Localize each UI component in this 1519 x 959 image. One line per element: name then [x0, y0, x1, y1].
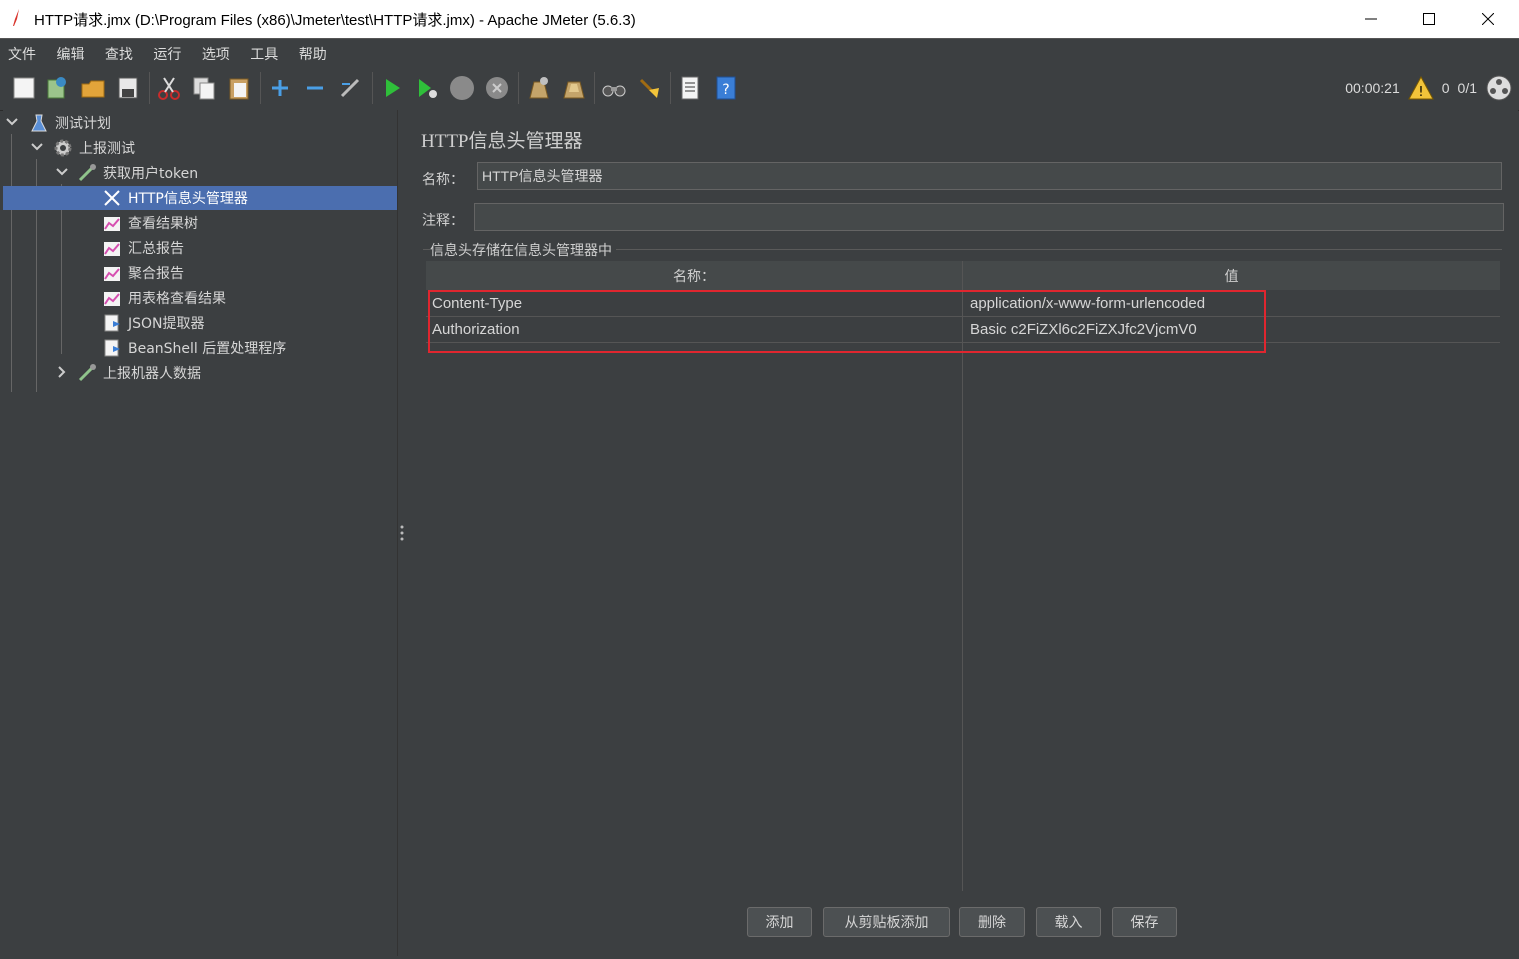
function-helper-icon[interactable] [676, 74, 704, 102]
menu-options[interactable]: 选项 [194, 39, 238, 64]
save-button[interactable]: 保存 [1112, 907, 1177, 937]
stop-icon[interactable] [448, 74, 476, 102]
pipette-icon [78, 364, 96, 382]
add-button[interactable]: 添加 [747, 907, 812, 937]
chevron-right-icon[interactable] [55, 365, 69, 379]
thread-count: 0/1 [1457, 80, 1477, 96]
warning-icon[interactable]: ! [1407, 76, 1434, 100]
chevron-down-icon[interactable] [30, 140, 44, 154]
clear-icon[interactable] [524, 74, 552, 102]
tree-item-test-plan[interactable]: 测试计划 [29, 111, 111, 135]
cut-icon[interactable] [155, 74, 183, 102]
tree-item-report-robot-data[interactable]: 上报机器人数据 [77, 361, 201, 385]
chevron-down-icon[interactable] [5, 115, 19, 129]
save-icon[interactable] [114, 74, 142, 102]
new-icon[interactable] [10, 74, 38, 102]
maximize-button[interactable] [1400, 0, 1458, 38]
drag-handle-icon [400, 525, 404, 541]
menu-help[interactable]: 帮助 [291, 39, 335, 64]
comment-field[interactable] [474, 203, 1504, 231]
chart-icon [104, 217, 120, 231]
tree-item-view-results-tree[interactable]: 查看结果树 [102, 211, 198, 235]
toggle-icon[interactable] [336, 74, 364, 102]
templates-icon[interactable] [43, 74, 71, 102]
tree-item-beanshell-postprocessor[interactable]: BeanShell 后置处理程序 [102, 336, 286, 360]
column-header-name[interactable]: 名称： [426, 261, 962, 290]
menu-run[interactable]: 运行 [145, 39, 189, 64]
add-from-clipboard-button[interactable]: 从剪贴板添加 [823, 907, 950, 937]
svg-text:!: ! [1418, 85, 1423, 100]
expand-icon[interactable] [266, 74, 294, 102]
search-icon[interactable] [600, 74, 628, 102]
tree-item-aggregate-report[interactable]: 聚合报告 [102, 261, 184, 285]
start-no-pause-icon[interactable] [413, 74, 441, 102]
elapsed-timer: 00:00:21 [1345, 80, 1400, 96]
close-button[interactable] [1459, 0, 1517, 38]
flask-icon [31, 114, 47, 132]
copy-icon[interactable] [190, 74, 218, 102]
start-icon[interactable] [378, 74, 406, 102]
svg-text:?: ? [722, 82, 729, 98]
remote-engine-icon[interactable] [1485, 74, 1513, 102]
collapse-icon[interactable] [301, 74, 329, 102]
warning-count: 0 [1441, 80, 1450, 96]
jmeter-feather-icon [13, 9, 19, 26]
chart-icon [104, 292, 120, 306]
header-value-cell[interactable]: Basic c2FiZXl6c2FiZXJfc2VjcmV0 [970, 317, 1197, 342]
minimize-button[interactable] [1342, 0, 1400, 38]
comment-label: 注释： [422, 213, 464, 229]
name-label: 名称： [422, 172, 464, 188]
tree-item-summary-report[interactable]: 汇总报告 [102, 236, 184, 260]
chevron-down-icon[interactable] [55, 165, 69, 179]
menu-edit[interactable]: 编辑 [48, 39, 92, 64]
title-bar: HTTP请求.jmx (D:\Program Files (x86)\Jmete… [0, 0, 1519, 38]
chart-icon [104, 242, 120, 256]
header-value-cell[interactable]: application/x-www-form-urlencoded [970, 291, 1205, 316]
menu-search[interactable]: 查找 [97, 39, 141, 64]
menu-bar: 文件 编辑 查找 运行 选项 工具 帮助 [0, 38, 1519, 67]
menu-tools[interactable]: 工具 [242, 39, 286, 64]
shutdown-icon[interactable] [483, 74, 511, 102]
headers-table: 名称： 值 Content-Type application/x-www-for… [426, 261, 1500, 891]
document-arrow-icon [104, 339, 120, 357]
page-title: HTTP信息头管理器 [421, 131, 583, 152]
help-icon[interactable]: ? [712, 74, 740, 102]
header-manager-panel: HTTP信息头管理器 名称： HTTP信息头管理器 注释： 信息头存储在信息头管… [408, 110, 1518, 956]
pipette-icon [78, 164, 96, 182]
maximize-icon [1423, 13, 1435, 25]
close-icon [1482, 13, 1494, 25]
tree-item-json-extractor[interactable]: JSON提取器 [102, 311, 205, 335]
name-field[interactable]: HTTP信息头管理器 [477, 162, 1502, 190]
group-title: 信息头存储在信息头管理器中 [430, 240, 616, 260]
tree-item-get-user-token[interactable]: 获取用户token [77, 161, 198, 185]
tree-item-table-results[interactable]: 用表格查看结果 [102, 286, 226, 310]
gear-icon [54, 139, 72, 157]
menu-file[interactable]: 文件 [0, 39, 44, 64]
chart-icon [104, 267, 120, 281]
header-name-cell[interactable]: Content-Type [432, 291, 522, 316]
toolbar: ? 00:00:21 ! 0 0/1 [0, 66, 1519, 111]
document-arrow-icon [104, 314, 120, 332]
delete-button[interactable]: 删除 [959, 907, 1025, 937]
load-button[interactable]: 载入 [1036, 907, 1101, 937]
header-name-cell[interactable]: Authorization [432, 317, 520, 342]
tree-item-header-manager[interactable]: HTTP信息头管理器 [3, 186, 397, 210]
clear-all-icon[interactable] [559, 74, 587, 102]
open-icon[interactable] [79, 74, 107, 102]
column-header-value[interactable]: 值 [963, 261, 1500, 290]
run-status: 00:00:21 ! 0 0/1 [1345, 74, 1513, 102]
wrench-icon [104, 190, 120, 206]
minimize-icon [1365, 18, 1377, 20]
tree-item-thread-group[interactable]: 上报测试 [53, 136, 135, 160]
table-row[interactable]: Content-Type application/x-www-form-urle… [426, 291, 1500, 317]
table-header: 名称： 值 [426, 261, 1500, 290]
table-row[interactable]: Authorization Basic c2FiZXl6c2FiZXJfc2Vj… [426, 317, 1500, 343]
reset-search-icon[interactable] [635, 74, 663, 102]
window-title: HTTP请求.jmx (D:\Program Files (x86)\Jmete… [34, 12, 636, 29]
paste-icon[interactable] [225, 74, 253, 102]
test-plan-tree: 测试计划 上报测试 获取用户token HTTP信息头管理器 查看结果树 汇总报… [3, 110, 397, 956]
